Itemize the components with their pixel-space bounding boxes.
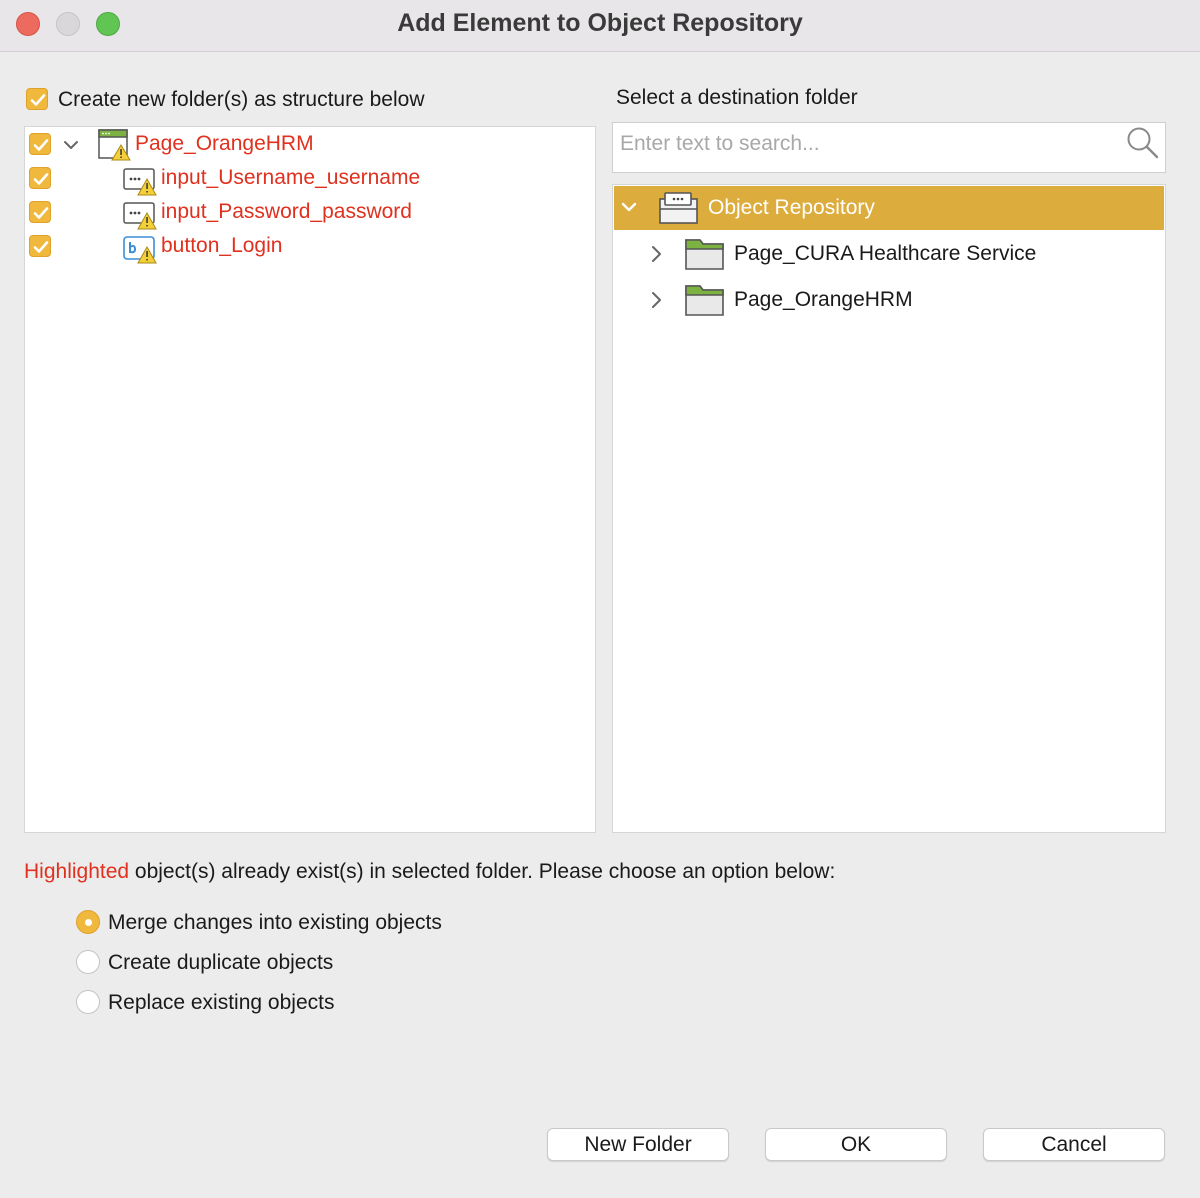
replace-option-label[interactable]: Replace existing objects <box>108 991 334 1015</box>
search-icon[interactable] <box>1124 125 1160 161</box>
page-warning-icon <box>98 129 131 161</box>
tree-node-label[interactable]: Page_CURA Healthcare Service <box>734 242 1036 266</box>
merge-option-label[interactable]: Merge changes into existing objects <box>108 911 442 935</box>
tree-item-checkbox-username[interactable] <box>29 167 51 189</box>
chevron-right-icon[interactable] <box>649 290 665 310</box>
merge-option-radio[interactable] <box>76 910 100 934</box>
destination-heading: Select a destination folder <box>616 86 858 109</box>
checkmark-icon <box>33 207 49 219</box>
chevron-right-icon[interactable] <box>649 244 665 264</box>
chevron-down-icon[interactable] <box>620 200 638 216</box>
checkmark-icon <box>33 173 49 185</box>
checkmark-icon <box>33 139 49 151</box>
replace-option-radio[interactable] <box>76 990 100 1014</box>
tree-node-label: Object Repository <box>708 196 875 219</box>
tree-item-checkbox-password[interactable] <box>29 201 51 223</box>
create-folder-label: Create new folder(s) as structure below <box>58 88 425 111</box>
existing-objects-notice: Highlighted object(s) already exist(s) i… <box>24 860 835 884</box>
search-input[interactable] <box>618 127 1108 161</box>
window-title: Add Element to Object Repository <box>397 9 803 37</box>
input-warning-icon <box>123 168 157 196</box>
tree-node-object-repository[interactable]: Object Repository <box>614 186 1164 230</box>
tree-item-label[interactable]: Page_OrangeHRM <box>135 132 314 156</box>
tree-item-label[interactable]: input_Password_password <box>161 200 412 224</box>
duplicate-option-label[interactable]: Create duplicate objects <box>108 951 333 975</box>
tree-item-checkbox-button-login[interactable] <box>29 235 51 257</box>
repository-icon <box>659 192 698 224</box>
cancel-button[interactable]: Cancel <box>983 1128 1165 1161</box>
create-folder-checkbox[interactable] <box>26 88 48 110</box>
tree-node-label[interactable]: Page_OrangeHRM <box>734 288 913 312</box>
notice-text: object(s) already exist(s) in selected f… <box>129 860 836 883</box>
folder-icon[interactable] <box>685 283 725 317</box>
highlighted-word: Highlighted <box>24 860 130 883</box>
checkmark-icon <box>33 241 49 253</box>
search-box[interactable] <box>612 122 1166 173</box>
new-folder-button[interactable]: New Folder <box>547 1128 729 1161</box>
tree-item-label[interactable]: input_Username_username <box>161 166 420 190</box>
checkmark-icon <box>30 94 46 106</box>
dialog-window: Add Element to Object Repository Create … <box>0 0 1200 1198</box>
input-warning-icon <box>123 202 157 230</box>
tree-item-label[interactable]: button_Login <box>161 234 282 258</box>
button-warning-icon <box>123 236 157 264</box>
tree-item-checkbox-page-orangehrm[interactable] <box>29 133 51 155</box>
duplicate-option-radio[interactable] <box>76 950 100 974</box>
ok-button[interactable]: OK <box>765 1128 947 1161</box>
chevron-down-icon[interactable] <box>63 137 79 153</box>
folder-icon[interactable] <box>685 237 725 271</box>
title-bar: Add Element to Object Repository <box>0 0 1200 52</box>
element-tree-panel: Page_OrangeHRM input_Username_username i… <box>24 126 596 833</box>
destination-tree-panel <box>612 184 1166 833</box>
